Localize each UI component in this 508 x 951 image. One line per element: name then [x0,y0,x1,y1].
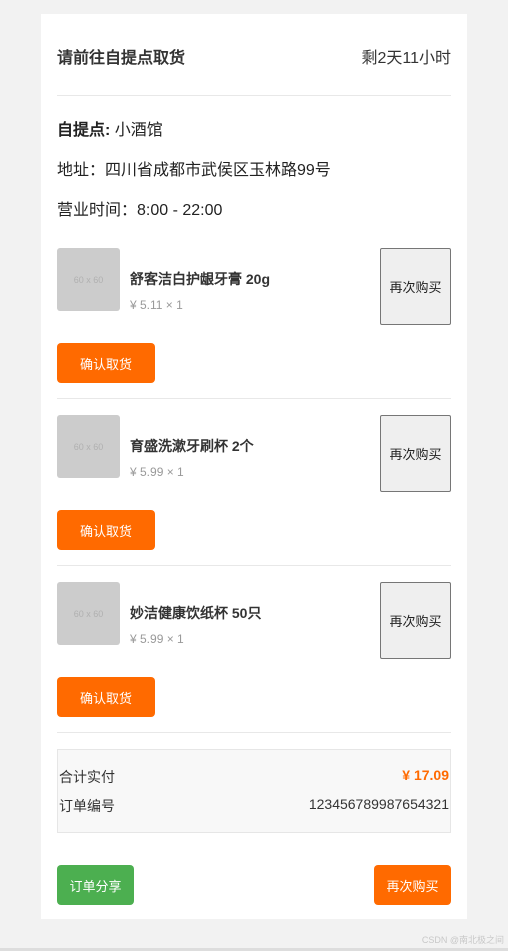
rebuy-order-button[interactable]: 再次购买 [374,865,451,905]
confirm-pickup-button[interactable]: 确认取货 [57,677,155,717]
order-number-label: 订单编号 [59,798,115,814]
divider [57,398,451,399]
product-price: ¥ 5.11 × 1 [130,298,183,312]
order-item: 60 x 60 妙洁健康饮纸杯 50只 ¥ 5.99 × 1 再次购买 确认取货 [57,582,451,732]
time-remaining: 剩2天11小时 [361,50,451,67]
product-thumbnail: 60 x 60 [57,582,120,645]
confirm-pickup-button[interactable]: 确认取货 [57,510,155,550]
total-label: 合计实付 [59,769,115,785]
watermark: CSDN @南北极之间 [421,935,504,945]
total-amount: ¥ 17.09 [402,767,449,783]
order-item: 60 x 60 育盛洗漱牙刷杯 2个 ¥ 5.99 × 1 再次购买 确认取货 [57,415,451,565]
store-name: 小酒馆 [114,122,163,139]
store-address: 地址：四川省成都市武侯区玉林路99号 [57,162,331,179]
total-row: 合计实付 ¥ 17.09 [59,767,449,787]
product-name: 舒客洁白护龈牙膏 20g [130,271,271,287]
order-card: 请前往自提点取货 剩2天11小时 自提点: 小酒馆 地址：四川省成都市武侯区玉林… [41,14,467,919]
confirm-pickup-button[interactable]: 确认取货 [57,343,155,383]
pickup-title: 请前往自提点取货 [57,50,186,67]
store-name-line: 自提点: 小酒馆 [57,116,163,140]
share-order-button[interactable]: 订单分享 [57,865,134,905]
pickup-header: 请前往自提点取货 剩2天11小时 [57,42,451,70]
store-name-label: 自提点: [57,122,111,139]
order-item: 60 x 60 舒客洁白护龈牙膏 20g ¥ 5.11 × 1 再次购买 确认取… [57,248,451,398]
divider [57,732,451,733]
order-number-row: 订单编号 123456789987654321 [59,796,449,816]
product-thumbnail: 60 x 60 [57,248,120,311]
product-name: 妙洁健康饮纸杯 50只 [130,605,262,621]
rebuy-item-button[interactable]: 再次购买 [380,415,451,492]
product-price: ¥ 5.99 × 1 [130,465,184,479]
divider [57,565,451,566]
product-price: ¥ 5.99 × 1 [130,632,184,646]
rebuy-item-button[interactable]: 再次购买 [380,582,451,659]
product-name: 育盛洗漱牙刷杯 2个 [130,438,254,454]
order-summary: 合计实付 ¥ 17.09 订单编号 123456789987654321 [57,749,451,833]
rebuy-item-button[interactable]: 再次购买 [380,248,451,325]
divider [57,95,451,96]
product-thumbnail: 60 x 60 [57,415,120,478]
order-number: 123456789987654321 [308,796,449,812]
store-hours: 营业时间：8:00 - 22:00 [57,202,223,219]
